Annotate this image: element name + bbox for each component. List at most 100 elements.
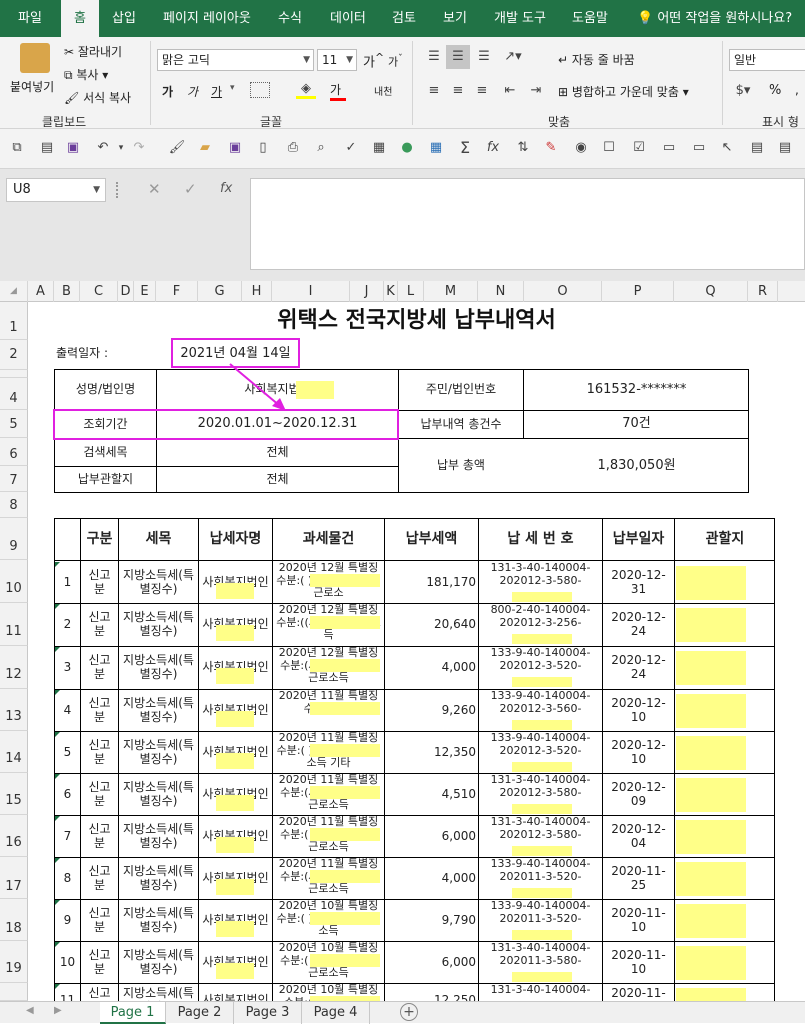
tab-formulas[interactable]: 수식 xyxy=(278,0,302,37)
table-cell[interactable]: 2020-11-25 xyxy=(603,858,674,899)
table-cell[interactable]: 5 xyxy=(55,732,80,773)
column-header[interactable]: B xyxy=(54,281,80,302)
table-cell[interactable]: 4,000 xyxy=(385,858,478,899)
grid-icon[interactable]: ▦ xyxy=(427,139,445,157)
table-cell[interactable]: 20,640 xyxy=(385,604,478,646)
table-cell[interactable]: 6,000 xyxy=(385,816,478,857)
percent-button[interactable]: % xyxy=(769,83,781,98)
row-header[interactable]: 16 xyxy=(0,815,28,857)
cut-button[interactable]: ✂ 잘라내기 xyxy=(64,43,122,60)
row-header[interactable]: 2 xyxy=(0,340,28,370)
column-header[interactable]: P xyxy=(602,281,674,302)
sheet-tab-page-4[interactable]: Page 4 xyxy=(302,1002,370,1024)
save-icon[interactable]: ▣ xyxy=(64,139,82,157)
table-cell[interactable]: 4,510 xyxy=(385,774,478,815)
table-cell[interactable]: 2020-11-10 xyxy=(603,984,674,1001)
number-format-select[interactable]: 일반 xyxy=(729,49,805,71)
column-header[interactable]: M xyxy=(424,281,478,302)
cancel-icon[interactable]: ✕ xyxy=(148,180,161,198)
tab-review[interactable]: 검토 xyxy=(392,0,416,37)
table-cell[interactable]: 12,350 xyxy=(385,732,478,773)
sheet-tab-page-3[interactable]: Page 3 xyxy=(234,1002,302,1024)
column-header[interactable]: H xyxy=(242,281,272,302)
button-icon[interactable]: ▭ xyxy=(690,139,708,157)
column-header[interactable]: A xyxy=(28,281,54,302)
table-cell[interactable]: 지방소득세(특별징수) xyxy=(119,858,198,899)
italic-button[interactable]: 가 xyxy=(187,83,198,100)
grow-font-button[interactable]: 가^ xyxy=(363,51,384,70)
select-all-corner[interactable]: ◢ xyxy=(0,281,28,302)
table-cell[interactable]: 신고분 xyxy=(81,690,118,731)
tab-help[interactable]: 도움말 xyxy=(572,0,608,37)
table-cell[interactable]: 6,000 xyxy=(385,942,478,983)
fill-color-icon[interactable]: ◈ xyxy=(296,81,316,99)
shrink-font-button[interactable]: 가ˇ xyxy=(388,53,403,70)
align-bottom-icon[interactable]: ☰ xyxy=(474,49,494,64)
row-header[interactable]: 14 xyxy=(0,731,28,773)
table-cell[interactable]: 지방소득세(특별징수) xyxy=(119,984,198,1001)
column-header[interactable]: Q xyxy=(674,281,748,302)
tab-page-layout[interactable]: 페이지 레이아웃 xyxy=(163,0,251,37)
row-header[interactable]: 10 xyxy=(0,560,28,603)
table-cell[interactable]: 7 xyxy=(55,816,80,857)
formula-input[interactable] xyxy=(250,178,805,270)
font-name-select[interactable]: 맑은 고딕 ▼ xyxy=(157,49,314,71)
tab-data[interactable]: 데이터 xyxy=(330,0,366,37)
table-cell[interactable]: 신고분 xyxy=(81,942,118,983)
comma-icon[interactable]: , xyxy=(795,83,799,97)
table-cell[interactable]: 2020-11-10 xyxy=(603,900,674,941)
save-as-icon[interactable]: ▣ xyxy=(226,139,244,157)
copy-icon[interactable]: ⧉ xyxy=(8,139,26,157)
table-cell[interactable]: 지방소득세(특별징수) xyxy=(119,647,198,689)
name-box[interactable]: U8 ▼ xyxy=(6,178,106,202)
format-painter-button[interactable]: 🖌 서식 복사 xyxy=(64,89,131,106)
tell-me-search[interactable]: 💡 어떤 작업을 원하시나요? xyxy=(637,0,792,37)
column-header[interactable]: J xyxy=(350,281,384,302)
folder-open-icon[interactable]: ▰ xyxy=(196,139,214,157)
column-header[interactable]: D xyxy=(118,281,134,302)
tab-view[interactable]: 보기 xyxy=(443,0,467,37)
table-cell[interactable]: 4 xyxy=(55,690,80,731)
column-header[interactable]: I xyxy=(272,281,350,302)
prev-sheet-icon[interactable]: ◀ xyxy=(26,1005,34,1016)
font-size-select[interactable]: 11 ▼ xyxy=(317,49,357,71)
column-header[interactable]: G xyxy=(198,281,242,302)
combo-icon[interactable]: ▤ xyxy=(776,139,794,157)
table-cell[interactable]: 9 xyxy=(55,900,80,941)
splitter-handle[interactable] xyxy=(116,182,119,198)
print-preview-icon[interactable]: ⌕ xyxy=(312,139,330,157)
new-document-icon[interactable]: ▯ xyxy=(254,139,272,157)
table-icon[interactable]: ▦ xyxy=(370,139,388,157)
form-icon[interactable]: ▤ xyxy=(748,139,766,157)
sort-icon[interactable]: ⇅ xyxy=(514,139,532,157)
table-cell[interactable]: 10 xyxy=(55,942,80,983)
table-cell[interactable]: 181,170 xyxy=(385,562,478,603)
worksheet-grid[interactable]: 위택스 전국지방세 납부내역서 출력일자 : 2021년 04월 14일 성명/… xyxy=(28,302,805,1001)
circle-icon[interactable]: ● xyxy=(398,139,416,157)
table-cell[interactable]: 9,790 xyxy=(385,900,478,941)
confirm-icon[interactable]: ✓ xyxy=(184,180,197,198)
chevron-down-icon[interactable]: ▾ xyxy=(230,83,235,93)
row-header[interactable] xyxy=(0,370,28,378)
table-cell[interactable]: 2020-12-04 xyxy=(603,816,674,857)
spelling-icon[interactable]: ✓ xyxy=(342,139,360,157)
table-cell[interactable]: 지방소득세(특별징수) xyxy=(119,732,198,773)
align-middle-icon[interactable]: ☰ xyxy=(446,45,470,69)
table-cell[interactable]: 4,000 xyxy=(385,647,478,689)
table-cell[interactable]: 신고분 xyxy=(81,647,118,689)
table-cell[interactable]: 2020-12-09 xyxy=(603,774,674,815)
column-header[interactable]: L xyxy=(398,281,424,302)
column-header[interactable]: E xyxy=(134,281,156,302)
table-cell[interactable]: 2020-12-10 xyxy=(603,690,674,731)
table-cell[interactable]: 지방소득세(특별징수) xyxy=(119,942,198,983)
sheet-tab-page-1[interactable]: Page 1 xyxy=(100,1002,166,1024)
table-cell[interactable]: 지방소득세(특별징수) xyxy=(119,774,198,815)
checkbox-checked-icon[interactable]: ☑ xyxy=(630,139,648,157)
sheet-tab-page-2[interactable]: Page 2 xyxy=(166,1002,234,1024)
row-header[interactable]: 9 xyxy=(0,518,28,560)
table-cell[interactable]: 2020-12-10 xyxy=(603,732,674,773)
row-header[interactable]: 6 xyxy=(0,438,28,466)
table-cell[interactable]: 1 xyxy=(55,562,80,603)
align-left-icon[interactable]: ≡ xyxy=(424,83,444,98)
merge-center-button[interactable]: ⊞ 병합하고 가운데 맞춤 ▾ xyxy=(558,83,689,100)
